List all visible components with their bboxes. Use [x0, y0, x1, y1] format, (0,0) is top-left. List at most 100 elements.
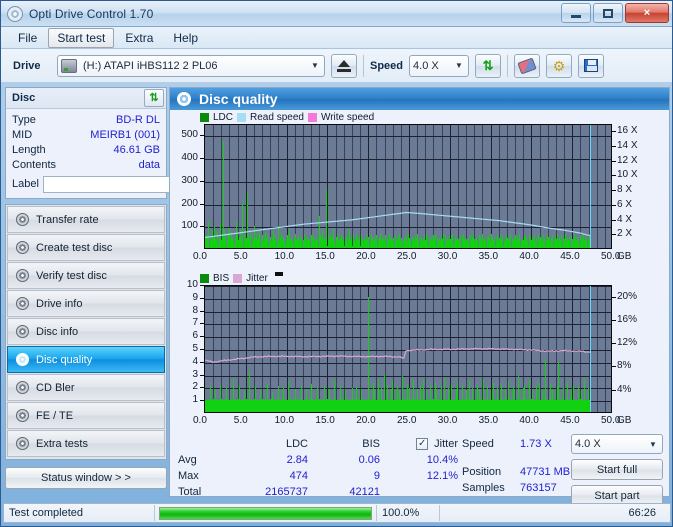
x-axis-tick: 15.0	[315, 415, 335, 426]
progress-fill	[160, 507, 371, 519]
y-axis-tick: 2	[192, 381, 198, 393]
x-axis-unit: GB	[617, 251, 632, 262]
results-row-max-bis: 9	[373, 470, 380, 482]
table-row: Max 474 9 12.1%	[178, 468, 458, 484]
status-elapsed: 66:26	[628, 507, 656, 519]
results-row-avg-jitter: 10.4%	[426, 454, 458, 466]
erase-button[interactable]	[514, 53, 541, 78]
sidebar-item-extra-tests[interactable]: Extra tests	[7, 430, 165, 457]
sidebar-item-label: Transfer rate	[36, 213, 99, 226]
sidebar-item-fe-te[interactable]: FE / TE	[7, 402, 165, 429]
minimize-button[interactable]	[561, 3, 591, 23]
results-header-ldc: LDC	[285, 438, 308, 450]
legend-label-bis: BIS	[213, 273, 230, 284]
chevron-down-icon: ▼	[455, 61, 463, 70]
x-axis-tick: 20.0	[356, 415, 376, 426]
disc-info-rows: Type BD-R DL MID MEIRB1 (001) Length 46.…	[6, 109, 242, 198]
x-axis-tick: 10.0	[274, 415, 295, 426]
nav-list: Transfer rate Create test disc Verify te…	[5, 204, 167, 460]
toolbar-divider	[363, 54, 364, 77]
status-window-button[interactable]: Status window > >	[5, 467, 167, 489]
disc-refresh-button[interactable]: ⇅	[144, 89, 164, 107]
results-table: LDC BIS ✓ Jitter Avg 2.84 0.06 10.4% Max…	[178, 436, 458, 500]
y-axis-tick: 5	[192, 343, 198, 354]
menu-item-file[interactable]: File	[9, 28, 46, 48]
x-axis-tick: 40.0	[519, 415, 539, 426]
sidebar-item-verify-test-disc[interactable]: Verify test disc	[7, 262, 165, 289]
sidebar-item-transfer-rate[interactable]: Transfer rate	[7, 206, 165, 233]
y2-axis-tick: 10 X	[617, 169, 638, 181]
results-row-max-jitter: 12.1%	[426, 470, 458, 482]
status-divider-1	[154, 505, 155, 521]
refresh-icon: ⇅	[149, 91, 159, 104]
y2-axis-tick: 16%	[617, 313, 638, 325]
x-axis-tick: 0.0	[193, 251, 207, 262]
info-speed-key: Speed	[462, 438, 494, 450]
maximize-icon	[603, 8, 613, 18]
legend-swatch-read-speed	[237, 113, 247, 122]
results-row-avg-label: Avg	[178, 454, 197, 466]
x-axis-tick: 35.0	[478, 251, 499, 262]
window-title: Opti Drive Control 1.70	[29, 6, 154, 21]
y-axis-tick: 500	[181, 129, 198, 141]
x-axis-tick: 40.0	[519, 251, 539, 262]
legend-swatch-jitter	[233, 274, 243, 283]
y-axis-tick: 10	[186, 279, 198, 290]
x-axis-tick: 30.0	[437, 415, 458, 426]
table-row: Avg 2.84 0.06 10.4%	[178, 452, 458, 468]
menu-item-help[interactable]: Help	[164, 28, 207, 48]
disc-row-type-key: Type	[12, 113, 36, 126]
x-axis-tick: 20.0	[356, 251, 376, 262]
save-button[interactable]	[578, 53, 605, 78]
gear-icon: ⚙	[552, 57, 566, 74]
app-window: Opti Drive Control 1.70 × File Start tes…	[0, 0, 673, 527]
disc-row-length: Length 46.61 GB	[12, 142, 160, 157]
sidebar-item-label: Verify test disc	[36, 269, 107, 282]
title-bar: Opti Drive Control 1.70 ×	[1, 1, 672, 27]
disc-icon	[16, 269, 29, 282]
jitter-checkbox[interactable]: ✓	[416, 438, 429, 450]
bis-jitter-chart[interactable]: 1 2 3 4 5 6 7 8 9 10 4% 8% 12% 16% 20% 0.0 5.0 10.0 15.0 20…	[170, 279, 669, 433]
speed-select[interactable]: 4.0 X ▼	[409, 54, 470, 77]
maximize-button[interactable]	[593, 3, 623, 23]
refresh-button[interactable]: ⇅	[475, 53, 502, 78]
results-row-max-label: Max	[178, 470, 199, 482]
close-icon: ×	[643, 7, 651, 19]
drive-select[interactable]: (H:) ATAPI iHBS112 2 PL06 ▼	[57, 54, 325, 77]
sidebar-item-disc-quality[interactable]: Disc quality	[7, 346, 165, 373]
disc-row-mid-value: MEIRB1 (001)	[90, 128, 160, 141]
main-header: Disc quality	[170, 88, 669, 110]
info-samples-key: Samples	[462, 482, 505, 494]
eject-button[interactable]	[331, 53, 357, 78]
y-axis-tick: 6	[192, 330, 198, 342]
legend-swatch-ldc	[200, 113, 209, 122]
start-full-button[interactable]: Start full	[571, 459, 663, 480]
disc-quality-icon	[177, 92, 191, 106]
legend-top-chart: LDC Read speed Write speed	[170, 111, 669, 124]
sidebar-item-drive-info[interactable]: Drive info	[7, 290, 165, 317]
test-speed-select[interactable]: 4.0 X ▼	[571, 434, 663, 454]
x-axis-tick: 30.0	[437, 251, 458, 262]
x-axis-tick: 10.0	[274, 251, 295, 262]
test-speed-select-value: 4.0 X	[575, 438, 601, 450]
sidebar-item-disc-info[interactable]: Disc info	[7, 318, 165, 345]
scale-marker-icon	[274, 272, 283, 276]
status-message: Test completed	[9, 507, 83, 519]
y2-axis-tick: 14 X	[617, 140, 638, 152]
y2-axis-tick: 12%	[617, 337, 638, 349]
sidebar-item-create-test-disc[interactable]: Create test disc	[7, 234, 165, 261]
disc-row-length-value: 46.61 GB	[113, 143, 160, 156]
disc-label-key: Label	[12, 178, 39, 190]
legend-label-read-speed: Read speed	[250, 112, 304, 123]
settings-button[interactable]: ⚙	[546, 53, 573, 78]
disc-row-contents-value: data	[138, 158, 160, 171]
menu-item-start-test[interactable]: Start test	[48, 27, 115, 48]
speed-label: Speed	[370, 59, 404, 72]
x-axis-tick: 5.0	[233, 251, 248, 262]
y-axis-tick: 3	[192, 368, 198, 380]
menu-item-extra[interactable]: Extra	[116, 28, 162, 48]
y-axis-tick: 400	[181, 152, 198, 164]
ldc-chart[interactable]: 100 200 300 400 500 2 X 4 X 6 X 8 X 10 X 12 X 14 X 1…	[170, 124, 669, 270]
sidebar-item-cd-bler[interactable]: CD Bler	[7, 374, 165, 401]
close-button[interactable]: ×	[625, 3, 669, 23]
